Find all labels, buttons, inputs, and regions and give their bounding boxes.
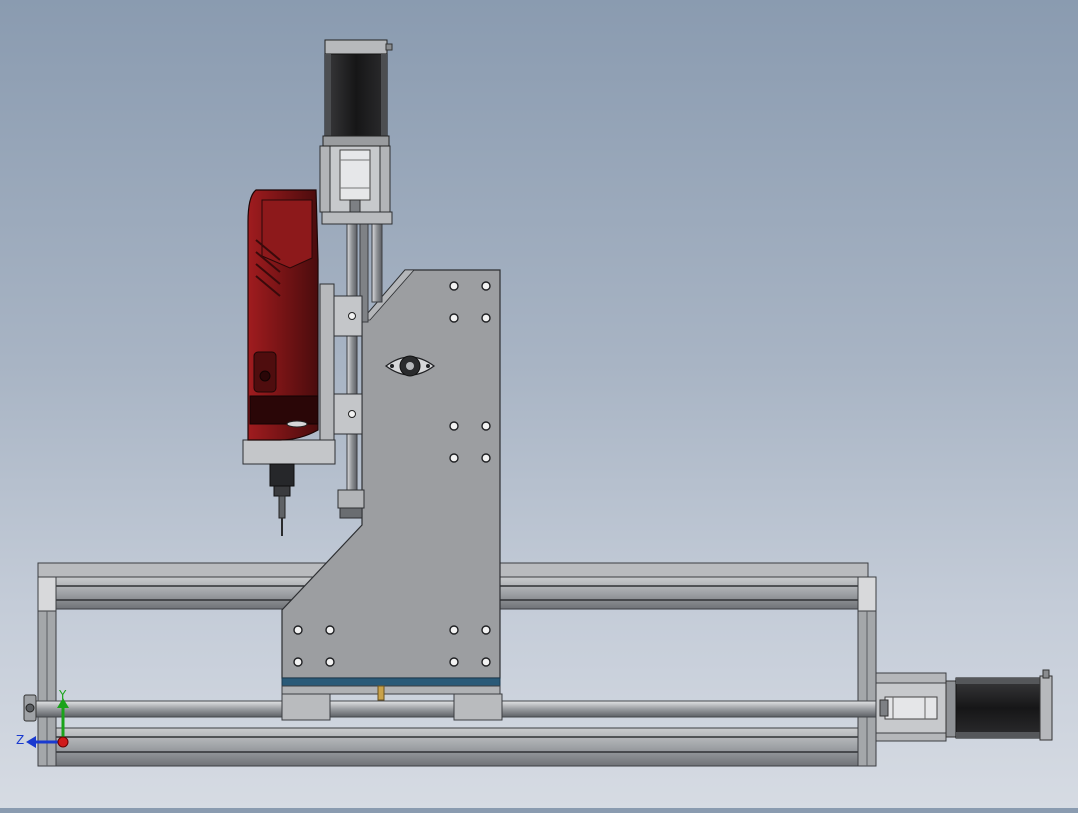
origin-icon [57,736,69,748]
x-axis-stepper-motor[interactable] [945,669,1053,741]
spindle-router[interactable] [242,189,336,536]
z-axis-stepper-motor[interactable] [322,39,393,147]
y-axis-label: Y [58,688,67,702]
cnc-model-view[interactable]: Y Z [0,0,1078,808]
x-axis-coupler[interactable] [875,672,947,742]
z-axis-coupler[interactable] [319,145,393,225]
z-axis-label: Z [16,733,24,747]
linear-rod[interactable] [23,694,879,722]
cad-viewport[interactable]: Y Z [0,0,1078,808]
